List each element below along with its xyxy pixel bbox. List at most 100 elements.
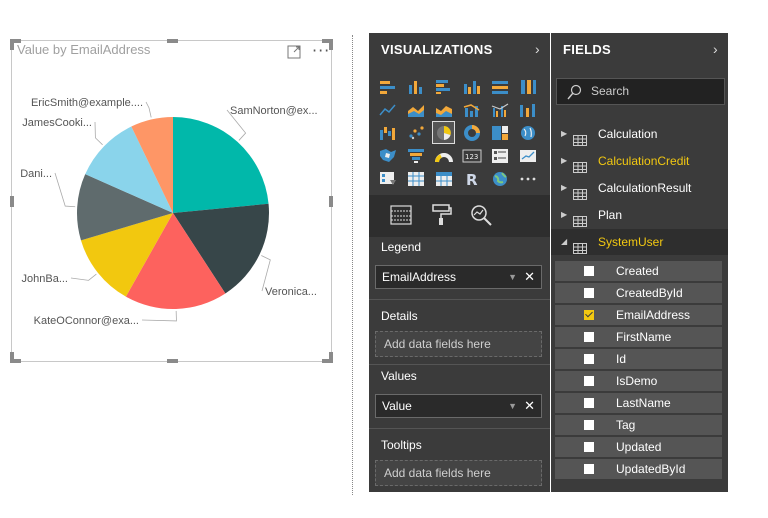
field-firstname[interactable]: FirstName [555, 327, 722, 347]
map-icon[interactable] [517, 122, 538, 143]
search-icon [567, 84, 582, 100]
field-id[interactable]: Id [555, 349, 722, 369]
field-createdbyid[interactable]: CreatedById [555, 283, 722, 303]
collapse-triangle-icon[interactable]: ◢ [561, 229, 567, 255]
more-visuals-icon[interactable] [517, 168, 538, 189]
funnel-icon[interactable] [405, 145, 426, 166]
clustered-column-chart-icon[interactable] [461, 76, 482, 97]
area-chart-icon[interactable] [405, 99, 426, 120]
chevron-down-icon[interactable]: ▼ [508, 266, 517, 288]
scatter-chart-icon[interactable] [405, 122, 426, 143]
fields-tab-icon[interactable] [389, 203, 413, 227]
pie-chart-visual[interactable]: SamNorton@ex... Veronica... KateOConnor@ex… [10, 39, 333, 363]
visual-title: Value by EmailAddress [17, 42, 151, 57]
remove-field-icon[interactable]: ✕ [524, 395, 535, 417]
legend-well-field[interactable]: EmailAddress ▼ ✕ [375, 265, 542, 289]
table-calculationresult[interactable]: ▶ CalculationResult [551, 175, 728, 201]
analytics-magnifier-icon[interactable] [469, 203, 493, 227]
collapse-visualizations-icon[interactable]: › [535, 33, 540, 66]
field-updatedbyid[interactable]: UpdatedById [555, 459, 722, 479]
field-checkbox[interactable] [584, 266, 594, 276]
stacked-column-chart-icon[interactable] [405, 76, 426, 97]
kpi-icon[interactable] [517, 145, 538, 166]
tooltips-drop-zone[interactable]: Add data fields here [375, 460, 542, 486]
field-checkbox[interactable] [584, 288, 594, 298]
line-chart-icon[interactable] [377, 99, 398, 120]
table-name: SystemUser [598, 235, 664, 249]
field-checkbox[interactable] [584, 332, 594, 342]
fields-header: FIELDS › [551, 33, 728, 66]
slicer-icon[interactable] [377, 168, 398, 189]
globe-icon[interactable] [489, 168, 510, 189]
100-stacked-column-icon[interactable] [517, 76, 538, 97]
field-checkbox[interactable] [584, 420, 594, 430]
well-divider [369, 364, 550, 365]
legend-well-label: Legend [381, 240, 422, 254]
visualizations-pane: VISUALIZATIONS › 123 R Legend EmailAddre… [369, 33, 550, 492]
field-emailaddress[interactable]: EmailAddress [555, 305, 722, 325]
field-name: UpdatedById [616, 462, 686, 476]
pie-slice[interactable] [173, 117, 269, 213]
card-icon[interactable]: 123 [461, 145, 482, 166]
table-calculation[interactable]: ▶ Calculation [551, 121, 728, 147]
pie-chart: SamNorton@ex... Veronica... KateOConnor@ex… [20, 97, 318, 327]
search-placeholder: Search [591, 84, 630, 98]
field-updated[interactable]: Updated [555, 437, 722, 457]
format-paint-roller-icon[interactable] [429, 203, 453, 227]
waterfall-chart-icon[interactable] [377, 122, 398, 143]
remove-field-icon[interactable]: ✕ [524, 266, 535, 288]
values-well-field[interactable]: Value ▼ ✕ [375, 394, 542, 418]
field-isdemo[interactable]: IsDemo [555, 371, 722, 391]
chevron-down-icon[interactable]: ▼ [508, 395, 517, 417]
field-checkbox[interactable] [584, 376, 594, 386]
field-checkbox[interactable] [584, 354, 594, 364]
expand-triangle-icon[interactable]: ▶ [561, 121, 567, 147]
fields-search-input[interactable]: Search [556, 78, 725, 105]
matrix-icon[interactable] [433, 168, 454, 189]
visualization-gallery: 123 R [377, 76, 543, 191]
field-checkbox[interactable] [584, 442, 594, 452]
table-calculationcredit[interactable]: ▶ CalculationCredit [551, 148, 728, 174]
svg-text:123: 123 [465, 153, 478, 161]
pie-chart-icon[interactable] [432, 121, 455, 144]
table-icon[interactable] [405, 168, 426, 189]
100-stacked-bar-icon[interactable] [489, 76, 510, 97]
field-checkbox[interactable] [584, 398, 594, 408]
visualizations-header: VISUALIZATIONS › [369, 33, 550, 66]
field-lastname[interactable]: LastName [555, 393, 722, 413]
stacked-bar-chart-icon[interactable] [377, 76, 398, 97]
expand-triangle-icon[interactable]: ▶ [561, 148, 567, 174]
slice-label: JohnBa... [22, 273, 68, 285]
expand-triangle-icon[interactable]: ▶ [561, 175, 567, 201]
details-drop-zone[interactable]: Add data fields here [375, 331, 542, 357]
donut-chart-icon[interactable] [461, 122, 482, 143]
field-checkbox[interactable] [584, 464, 594, 474]
gauge-icon[interactable] [433, 145, 454, 166]
values-well-label: Values [381, 369, 417, 383]
expand-triangle-icon[interactable]: ▶ [561, 202, 567, 228]
stacked-area-chart-icon[interactable] [433, 99, 454, 120]
treemap-icon[interactable] [489, 122, 510, 143]
line-and-column-chart-icon[interactable] [461, 99, 482, 120]
table-plan[interactable]: ▶ Plan [551, 202, 728, 228]
r-script-visual-icon[interactable]: R [461, 168, 482, 189]
slice-label: SamNorton@ex... [230, 105, 318, 117]
filled-map-icon[interactable] [377, 145, 398, 166]
focus-mode-icon[interactable] [287, 45, 301, 59]
field-checkbox[interactable] [584, 310, 594, 320]
field-name: IsDemo [616, 374, 658, 388]
svg-text:R: R [466, 171, 478, 188]
ribbon-chart-icon[interactable] [517, 99, 538, 120]
field-created[interactable]: Created [555, 261, 722, 281]
table-systemuser[interactable]: ◢ SystemUser [551, 229, 728, 255]
line-and-clustered-column-icon[interactable] [489, 99, 510, 120]
table-name: Plan [598, 208, 623, 222]
leader-line [54, 172, 76, 208]
clustered-bar-chart-icon[interactable] [433, 76, 454, 97]
field-name: Tag [616, 418, 636, 432]
multi-row-card-icon[interactable] [489, 145, 510, 166]
more-options-icon[interactable]: ··· [312, 41, 330, 60]
field-tag[interactable]: Tag [555, 415, 722, 435]
collapse-fields-icon[interactable]: › [713, 33, 718, 66]
field-name: FirstName [616, 330, 672, 344]
